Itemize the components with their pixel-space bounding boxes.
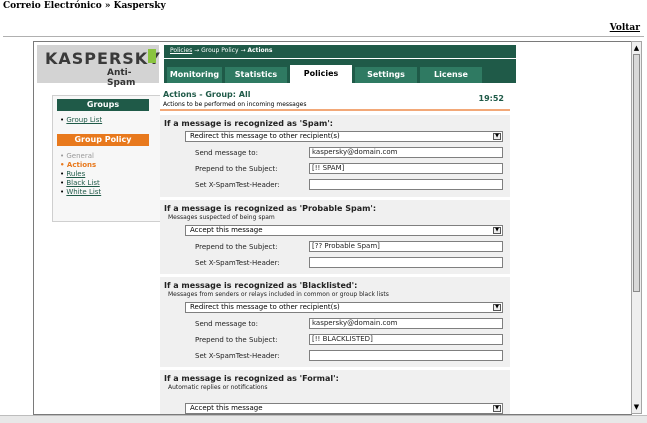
spam-header-input[interactable] [309,179,503,190]
page-title: Correio Electrónico » Kaspersky [3,1,166,11]
probable-header-input[interactable] [309,257,503,268]
main-content: Actions - Group: All Actions to be perfo… [160,86,510,414]
blacklisted-send-to-input[interactable]: kaspersky@domain.com [309,318,503,329]
logo: KASPERSKY Anti-Spam [37,45,161,88]
sidebar-item-label[interactable]: Group List [66,116,102,124]
select-value: Accept this message [190,226,263,234]
kaspersky-frame: KASPERSKY Anti-Spam Policies → Group Pol… [33,41,632,415]
sidebar-item-actions: • Actions [60,161,97,169]
sidebar-groups-header: Groups [57,99,149,111]
chevron-down-icon: ▼ [493,405,501,412]
scroll-thumb[interactable] [633,54,640,292]
section-formal: If a message is recognized as 'Formal': … [160,370,510,414]
tab-settings[interactable]: Settings [355,67,417,83]
field-label: Prepend to the Subject: [195,165,278,173]
section-description: Messages from senders or relays included… [168,291,389,298]
vertical-scrollbar[interactable]: ▲ ▼ [631,41,642,414]
content-title: Actions - Group: All [163,90,251,99]
section-heading: If a message is recognized as 'Probable … [164,204,377,213]
sidebar-item-label[interactable]: White List [66,188,101,196]
logo-product: Anti-Spam [107,68,136,88]
section-heading: If a message is recognized as 'Spam': [164,119,333,128]
sidebar-item-white-list[interactable]: • White List [60,188,101,196]
chevron-down-icon: ▼ [493,227,501,234]
select-value: Redirect this message to other recipient… [190,132,340,140]
sidebar-item-black-list[interactable]: • Black List [60,179,100,187]
field-label: Set X-SpamTest-Header: [195,181,280,189]
section-probable-spam: If a message is recognized as 'Probable … [160,200,510,274]
chevron-down-icon: ▼ [493,133,501,140]
tab-policies[interactable]: Policies [290,65,352,83]
breadcrumb-separator: → [194,47,200,54]
blacklisted-action-select[interactable]: Redirect this message to other recipient… [185,302,503,313]
sidebar-item-group-list[interactable]: • Group List [60,116,102,124]
section-description: Automatic replies or notifications [168,384,268,391]
field-label: Prepend to the Subject: [195,336,278,344]
header: KASPERSKY Anti-Spam Policies → Group Pol… [34,42,631,88]
sidebar-item-label: Actions [66,161,97,169]
spam-send-to-input[interactable]: kaspersky@domain.com [309,147,503,158]
breadcrumb-separator: → [240,47,246,54]
sidebar: Groups • Group List Group Policy • Gener… [52,95,162,222]
blacklisted-prepend-input[interactable]: [!! BLACKLISTED] [309,334,503,345]
blacklisted-header-input[interactable] [309,350,503,361]
breadcrumb-policies[interactable]: Policies [170,47,192,54]
tab-bar: Monitoring Statistics Policies Settings … [164,59,516,83]
divider [160,109,510,111]
content-subtitle: Actions to be performed on incoming mess… [163,101,307,108]
field-label: Send message to: [195,320,258,328]
sidebar-item-general: • General [60,152,94,160]
tab-statistics[interactable]: Statistics [225,67,287,83]
clock: 19:52 [478,94,504,103]
sidebar-policy-header: Group Policy [57,134,149,146]
spam-prepend-input[interactable]: [!! SPAM] [309,163,503,174]
section-spam: If a message is recognized as 'Spam': Re… [160,115,510,197]
divider [3,36,644,37]
spam-action-select[interactable]: Redirect this message to other recipient… [185,131,503,142]
logo-lab-badge [148,49,156,63]
field-label: Prepend to the Subject: [195,243,278,251]
field-label: Set X-SpamTest-Header: [195,352,280,360]
section-description: Messages suspected of being spam [168,214,275,221]
field-label: Send message to: [195,149,258,157]
tab-license[interactable]: License [420,67,482,83]
breadcrumb-group-policy: Group Policy [201,47,239,54]
breadcrumb-current: Actions [247,47,273,54]
chevron-down-icon: ▼ [493,304,501,311]
back-link[interactable]: Voltar [610,23,640,33]
sidebar-item-label[interactable]: Rules [66,170,85,178]
logo-brand: KASPERSKY [45,49,161,68]
breadcrumb: Policies → Group Policy → Actions [164,45,516,58]
scroll-down-icon[interactable]: ▼ [633,403,640,411]
tab-monitoring[interactable]: Monitoring [167,67,222,83]
probable-prepend-input[interactable]: [?? Probable Spam] [309,241,503,252]
scroll-up-icon[interactable]: ▲ [633,44,640,52]
section-heading: If a message is recognized as 'Blacklist… [164,281,358,290]
section-blacklisted: If a message is recognized as 'Blacklist… [160,277,510,367]
formal-action-select[interactable]: Accept this message ▼ [185,403,503,414]
section-heading: If a message is recognized as 'Formal': [164,374,339,383]
select-value: Accept this message [190,404,263,412]
field-label: Set X-SpamTest-Header: [195,259,280,267]
sidebar-item-rules[interactable]: • Rules [60,170,85,178]
sidebar-item-label[interactable]: Black List [66,179,99,187]
probable-action-select[interactable]: Accept this message ▼ [185,225,503,236]
sidebar-item-label: General [66,152,94,160]
select-value: Redirect this message to other recipient… [190,303,340,311]
